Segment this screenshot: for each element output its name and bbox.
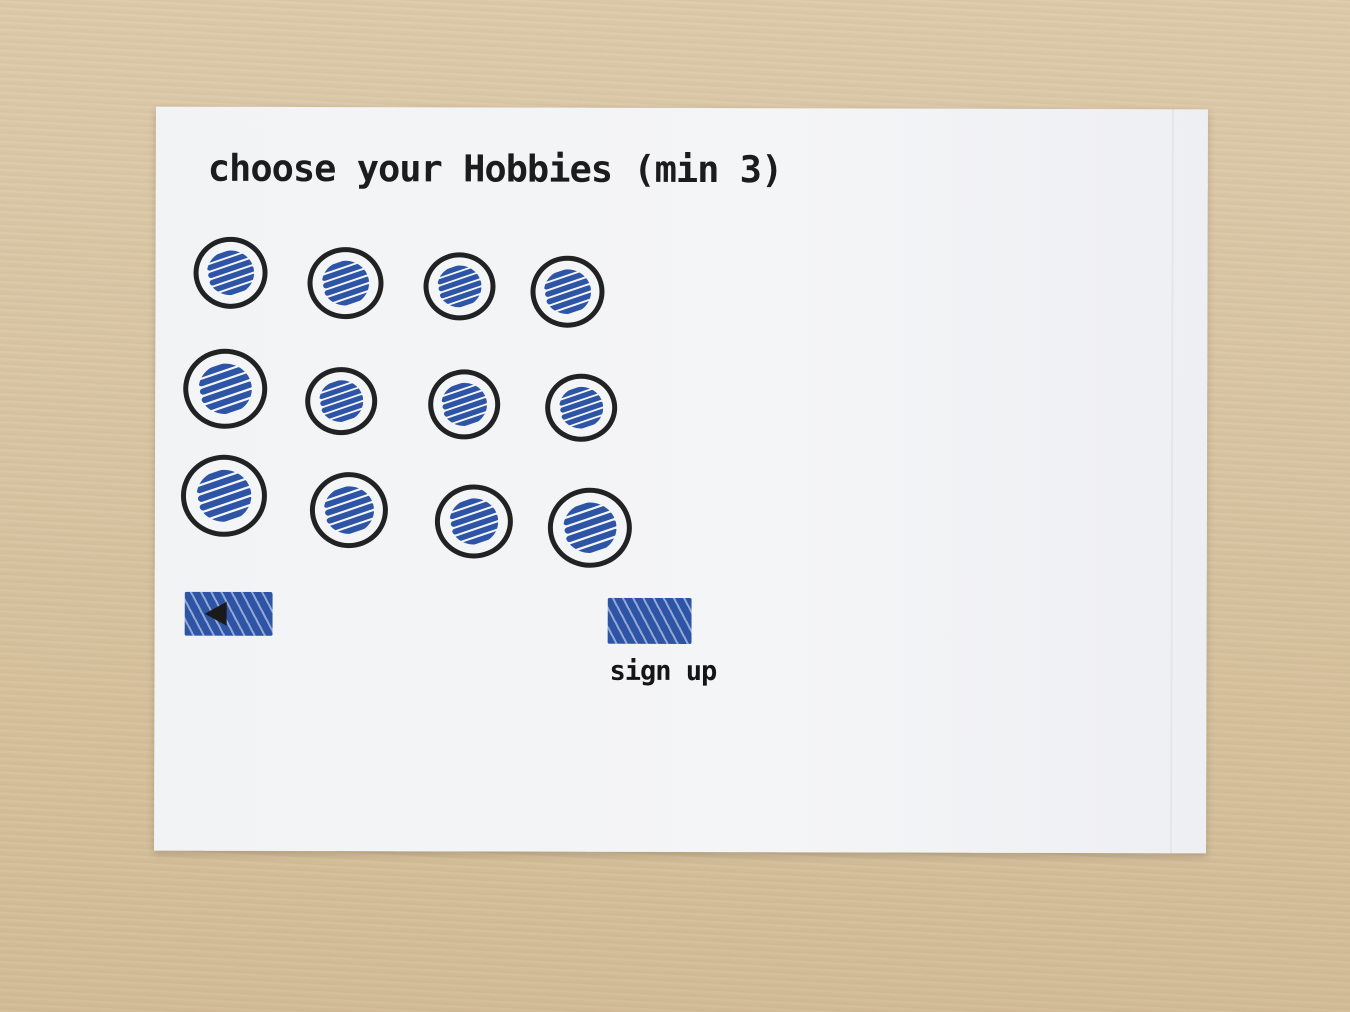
paper-sketch: choose your Hobbies (min 3) sign up xyxy=(154,106,1208,854)
hobby-option[interactable] xyxy=(183,348,268,429)
hobby-option[interactable] xyxy=(307,247,384,320)
sign-up-button[interactable] xyxy=(607,597,692,645)
hobby-grid xyxy=(156,107,1208,568)
sign-up-label: sign up xyxy=(609,655,717,688)
back-button[interactable] xyxy=(184,591,273,636)
hobby-option[interactable] xyxy=(180,454,268,537)
hobby-hatch-icon xyxy=(321,260,370,306)
hobby-hatch-icon xyxy=(543,269,592,315)
hobby-option[interactable] xyxy=(545,373,618,442)
hobby-hatch-icon xyxy=(449,498,499,545)
hobby-option[interactable] xyxy=(530,255,605,328)
hobby-hatch-icon xyxy=(196,469,252,522)
hobby-option[interactable] xyxy=(193,236,268,309)
hobby-hatch-icon xyxy=(559,386,604,429)
hobby-hatch-icon xyxy=(563,502,617,554)
hobby-option[interactable] xyxy=(434,484,513,559)
page-title: choose your Hobbies (min 3) xyxy=(207,146,783,192)
hobby-option[interactable] xyxy=(428,369,501,440)
hobby-option[interactable] xyxy=(309,472,389,549)
hobby-hatch-icon xyxy=(206,250,255,296)
hobby-option[interactable] xyxy=(423,252,496,321)
hobby-hatch-icon xyxy=(441,382,488,427)
left-arrow-icon xyxy=(204,601,227,626)
hobby-option[interactable] xyxy=(305,367,378,436)
hobby-hatch-icon xyxy=(198,363,252,415)
hobby-hatch-icon xyxy=(319,380,364,423)
hobby-hatch-icon xyxy=(437,265,482,308)
hobby-hatch-icon xyxy=(323,486,375,534)
hobby-option[interactable] xyxy=(547,487,632,568)
